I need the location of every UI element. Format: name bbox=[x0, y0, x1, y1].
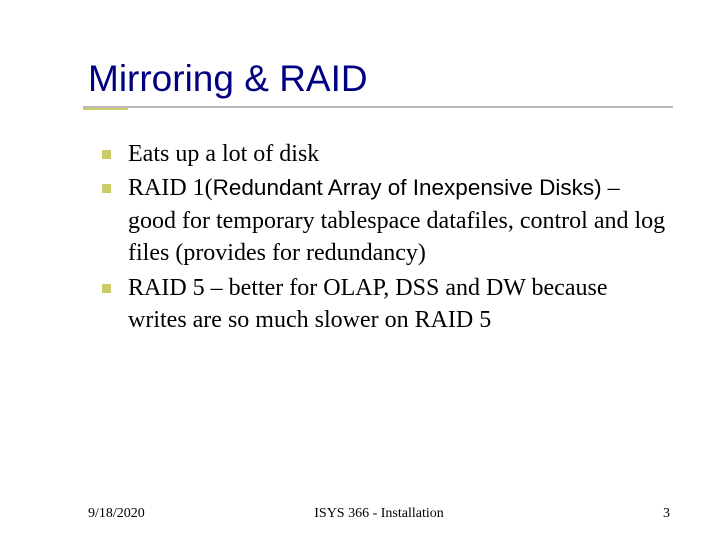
bullet-text: Eats up a lot of disk bbox=[128, 141, 319, 167]
slide-title: Mirroring & RAID bbox=[88, 58, 670, 100]
footer-center: ISYS 366 - Installation bbox=[314, 506, 444, 522]
underline-accent bbox=[83, 108, 128, 110]
list-item: RAID 5 – better for OLAP, DSS and DW bec… bbox=[128, 272, 670, 337]
footer-page: 3 bbox=[663, 506, 670, 522]
list-item: RAID 1(Redundant Array of Inexpensive Di… bbox=[128, 172, 670, 269]
bullet-text: RAID 5 – better for OLAP, DSS and DW bec… bbox=[128, 275, 607, 333]
bullet-text: RAID 1( bbox=[128, 175, 213, 201]
slide: Mirroring & RAID Eats up a lot of disk R… bbox=[0, 0, 720, 540]
footer: 9/18/2020 ISYS 366 - Installation 3 bbox=[88, 506, 670, 522]
list-item: Eats up a lot of disk bbox=[128, 138, 670, 170]
footer-date: 9/18/2020 bbox=[88, 506, 145, 522]
bullet-list: Eats up a lot of disk RAID 1(Redundant A… bbox=[88, 138, 670, 336]
bullet-sans: Redundant Array of Inexpensive Disks) bbox=[213, 175, 602, 200]
underline-grey bbox=[83, 106, 673, 108]
title-underline bbox=[88, 106, 670, 108]
